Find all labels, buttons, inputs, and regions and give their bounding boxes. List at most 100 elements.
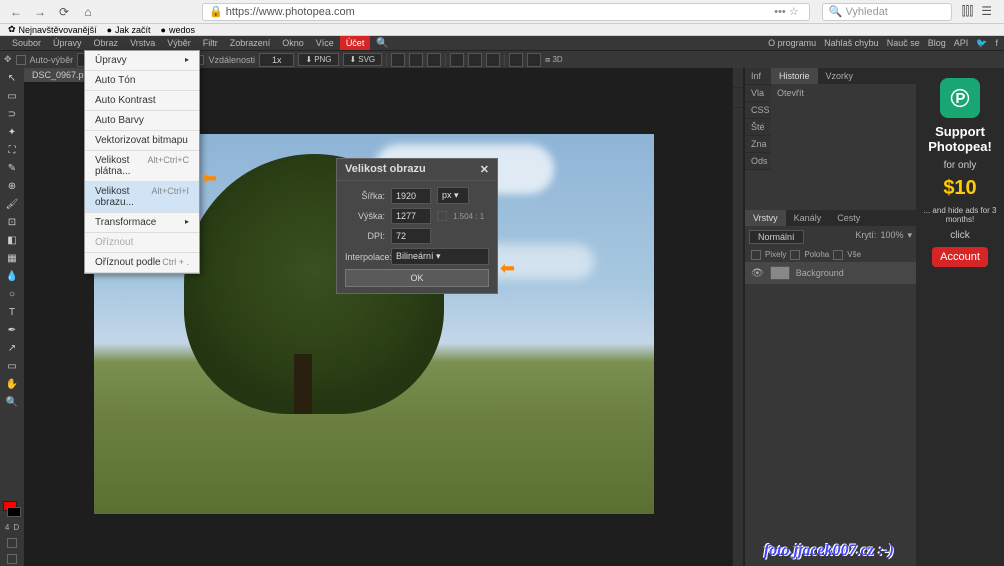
lock-position-checkbox[interactable] <box>790 250 800 260</box>
path-tool[interactable]: ↗ <box>2 340 22 356</box>
blend-mode-dropdown[interactable]: Normální <box>749 230 804 244</box>
home-button[interactable]: ⌂ <box>78 3 98 21</box>
menu-soubor[interactable]: Soubor <box>6 36 47 50</box>
dd-transformace[interactable]: Transformace <box>85 213 199 233</box>
lasso-tool[interactable]: ⊃ <box>2 106 22 122</box>
shape-tool[interactable]: ▭ <box>2 358 22 374</box>
link-icon[interactable] <box>437 211 447 221</box>
heal-tool[interactable]: ⊕ <box>2 178 22 194</box>
menu-vyber[interactable]: Výběr <box>161 36 197 50</box>
quickmask-icon[interactable] <box>7 538 17 548</box>
gradient-tool[interactable]: ▦ <box>2 250 22 266</box>
tab-kanaly[interactable]: Kanály <box>786 210 830 226</box>
close-icon[interactable]: ✕ <box>480 163 489 176</box>
lock-pixels-checkbox[interactable] <box>751 250 761 260</box>
dd-auto-kontrast[interactable]: Auto Kontrast <box>85 91 199 111</box>
forward-button[interactable]: → <box>30 3 50 21</box>
bookmark-jak-zacit[interactable]: ● Jak začít <box>107 25 151 35</box>
side-tab-ste[interactable]: Šté <box>745 119 771 136</box>
stamp-tool[interactable]: ⊡ <box>2 214 22 230</box>
export-svg-button[interactable]: ⬇SVG <box>343 53 383 66</box>
move-tool-icon[interactable]: ✥ <box>4 54 12 65</box>
link-nahlas-chybu[interactable]: Nahlaš chybu <box>824 38 879 48</box>
bookmark-most-visited[interactable]: ✿ Nejnavštěvovanější <box>8 24 97 35</box>
facebook-icon[interactable]: f <box>995 38 998 48</box>
tab-historie[interactable]: Historie <box>771 68 818 84</box>
panel-collapse-bar[interactable] <box>732 68 744 566</box>
side-tab-css[interactable]: CSS <box>745 102 771 119</box>
dd-oriznout-podle[interactable]: Oříznout podleCtrl + . <box>85 253 199 273</box>
opacity-value[interactable]: 100% <box>880 230 903 244</box>
link-blog[interactable]: Blog <box>928 38 946 48</box>
twitter-icon[interactable]: 🐦 <box>976 38 987 49</box>
crop-tool[interactable]: ⛶ <box>2 142 22 158</box>
history-item[interactable]: Otevřít <box>771 84 916 102</box>
menu-zobrazeni[interactable]: Zobrazení <box>224 36 277 50</box>
search-input[interactable]: 🔍 Vyhledat <box>822 3 952 21</box>
dodge-tool[interactable]: ○ <box>2 286 22 302</box>
zoom-tool[interactable]: 🔍 <box>2 394 22 410</box>
eyedropper-tool[interactable]: ✎ <box>2 160 22 176</box>
background-color[interactable] <box>7 507 21 517</box>
height-input[interactable] <box>391 208 431 224</box>
bookmark-wedos[interactable]: ● wedos <box>161 25 195 35</box>
menu-icon[interactable]: ☰ <box>981 4 992 19</box>
interpolation-dropdown[interactable]: Bilineární ▾ <box>391 248 489 265</box>
dd-auto-barvy[interactable]: Auto Barvy <box>85 111 199 131</box>
menu-vice[interactable]: Více <box>310 36 340 50</box>
align-center-icon[interactable] <box>409 53 423 67</box>
tab-cesty[interactable]: Cesty <box>829 210 868 226</box>
align-middle-icon[interactable] <box>468 53 482 67</box>
zoom-dropdown[interactable]: 1x <box>259 53 295 67</box>
link-nauc-se[interactable]: Nauč se <box>887 38 920 48</box>
dd-upravy[interactable]: Úpravy <box>85 51 199 71</box>
eraser-tool[interactable]: ◧ <box>2 232 22 248</box>
move-tool[interactable]: ↖ <box>2 70 22 86</box>
align-bottom-icon[interactable] <box>486 53 500 67</box>
menu-vrstva[interactable]: Vrstva <box>124 36 161 50</box>
side-tab-vla[interactable]: Vla <box>745 85 771 102</box>
align-left-icon[interactable] <box>391 53 405 67</box>
opacity-dropdown-icon[interactable]: ▾ <box>907 230 912 244</box>
brush-tool[interactable]: 🖌 <box>2 196 22 212</box>
3d-icon[interactable]: ⧈ 3D <box>545 55 563 65</box>
wand-tool[interactable]: ✦ <box>2 124 22 140</box>
layer-thumbnail[interactable] <box>770 266 790 280</box>
visibility-icon[interactable]: 👁 <box>751 268 764 279</box>
align-right-icon[interactable] <box>427 53 441 67</box>
lock-all-checkbox[interactable] <box>833 250 843 260</box>
screenmode-icon[interactable] <box>7 554 17 564</box>
side-tab-inf[interactable]: Inf <box>745 68 771 85</box>
dd-velikost-platna[interactable]: Velikost plátna...Alt+Ctrl+C <box>85 151 199 182</box>
menu-okno[interactable]: Okno <box>276 36 310 50</box>
back-button[interactable]: ← <box>6 3 26 21</box>
menu-obraz[interactable]: Obraz <box>88 36 125 50</box>
menu-search-icon[interactable]: 🔍 <box>370 36 394 50</box>
menu-upravy[interactable]: Úpravy <box>47 36 88 50</box>
distribute-icon[interactable] <box>509 53 523 67</box>
dd-velikost-obrazu[interactable]: Velikost obrazu...Alt+Ctrl+I <box>85 182 199 213</box>
unit-dropdown[interactable]: px ▾ <box>437 187 469 204</box>
width-input[interactable] <box>391 188 431 204</box>
account-button[interactable]: Account <box>932 247 988 267</box>
dd-auto-ton[interactable]: Auto Tón <box>85 71 199 91</box>
type-tool[interactable]: T <box>2 304 22 320</box>
side-tab-ods[interactable]: Ods <box>745 153 771 170</box>
hand-tool[interactable]: ✋ <box>2 376 22 392</box>
auto-select-checkbox[interactable] <box>16 55 26 65</box>
tab-vzorky[interactable]: Vzorky <box>818 68 862 84</box>
align-top-icon[interactable] <box>450 53 464 67</box>
reload-button[interactable]: ⟳ <box>54 3 74 21</box>
marquee-tool[interactable]: ▭ <box>2 88 22 104</box>
menu-filtr[interactable]: Filtr <box>197 36 224 50</box>
side-tab-zna[interactable]: Zna <box>745 136 771 153</box>
link-api[interactable]: API <box>954 38 969 48</box>
distribute2-icon[interactable] <box>527 53 541 67</box>
dd-vektorizovat[interactable]: Vektorizovat bitmapu <box>85 131 199 151</box>
pen-tool[interactable]: ✒ <box>2 322 22 338</box>
menu-ucet[interactable]: Účet <box>340 36 371 50</box>
url-bar[interactable]: 🔒 https://www.photopea.com ••• ☆ <box>202 3 810 21</box>
export-png-button[interactable]: ⬇PNG <box>298 53 338 66</box>
blur-tool[interactable]: 💧 <box>2 268 22 284</box>
tab-vrstvy[interactable]: Vrstvy <box>745 210 786 226</box>
